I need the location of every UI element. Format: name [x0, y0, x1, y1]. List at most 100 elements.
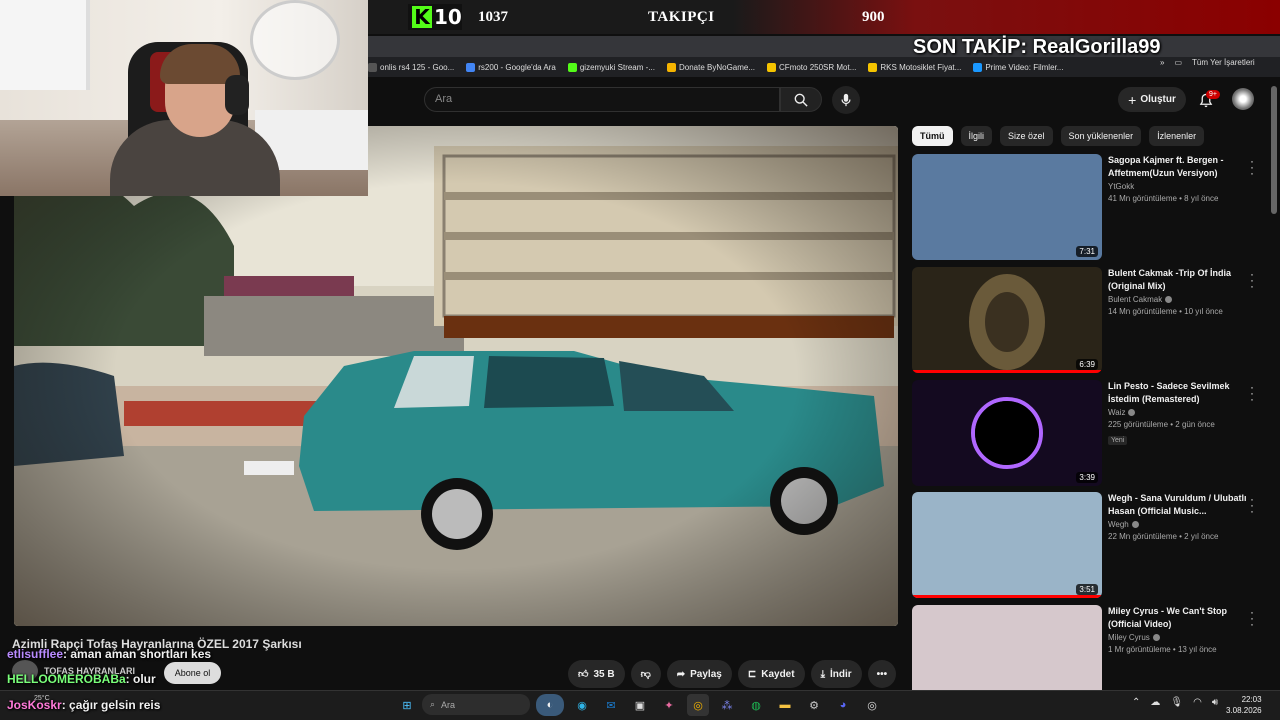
edge-icon[interactable]: ◉	[571, 694, 593, 716]
cloud-icon[interactable]: ☁	[1150, 697, 1160, 708]
chip-1[interactable]: İlgili	[960, 126, 993, 146]
recommendation-meta: 14 Mn görüntüleme • 10 yıl önce	[1108, 307, 1223, 316]
like-button[interactable]: 👍︎ 35 B	[568, 660, 625, 688]
bookmark-label: rs200 - Google'da Ara	[478, 62, 556, 72]
bookmark-item[interactable]: RKS Motosiklet Fiyat...	[868, 62, 962, 72]
windows-start-icon[interactable]: ⊞	[396, 694, 418, 716]
recommendation-info: Lin Pesto - Sadece Sevilmek İstedim (Rem…	[1102, 380, 1252, 486]
obs-icon[interactable]: ◎	[861, 694, 883, 716]
dislike-button[interactable]: 👎︎	[630, 660, 661, 688]
bookmark-icon: ⊏	[747, 668, 757, 680]
bookmark-item[interactable]: Prime Video: Filmler...	[973, 62, 1063, 72]
bookmark-favicon-icon	[666, 62, 676, 72]
download-button[interactable]: ⤓ İndir	[810, 660, 862, 688]
search-button[interactable]	[780, 87, 822, 112]
recommendation-channel[interactable]: Bulent Cakmak	[1108, 295, 1252, 304]
discord-icon[interactable]: ◕	[832, 694, 854, 716]
create-label: Oluştur	[1140, 94, 1176, 105]
speaker-icon[interactable]: 🔊︎	[1212, 697, 1218, 708]
bookmark-item[interactable]: gizemyuki Stream -...	[567, 62, 655, 72]
video-thumbnail[interactable]: 3:51	[912, 492, 1102, 598]
recommendation-meta: 22 Mn görüntüleme • 2 yıl önce	[1108, 532, 1219, 541]
watch-progress-bar	[912, 370, 1102, 373]
bookmark-item[interactable]: rs200 - Google'da Ara	[466, 62, 556, 72]
follower-goal: 900	[862, 9, 885, 25]
chat-username: HELLOOMEROBABa	[7, 672, 126, 686]
microphone-icon[interactable]: 🎙︎	[1170, 697, 1183, 708]
taskbar-clock[interactable]: 22:03 3.08.2026	[1226, 694, 1262, 716]
date-label: 3.08.2026	[1226, 706, 1262, 715]
recommendation-item[interactable]: 3:51 Wegh - Sana Vuruldum / Ulubatlı Hasa…	[912, 492, 1270, 598]
video-player[interactable]	[14, 126, 898, 626]
bookmark-label: CFmoto 250SR Mot...	[779, 62, 857, 72]
bookmark-item[interactable]: onlis rs4 125 - Goo...	[368, 62, 454, 72]
recommendation-title[interactable]: Lin Pesto - Sadece Sevilmek İstedim (Rem…	[1108, 380, 1252, 406]
chrome-icon[interactable]: ◎	[687, 694, 709, 716]
file-explorer-icon[interactable]: ▬	[774, 694, 796, 716]
chip-3[interactable]: Son yüklenenler	[1060, 126, 1142, 146]
more-vertical-icon[interactable]: · · ·	[1248, 268, 1256, 292]
video-thumbnail[interactable]: 6:39	[912, 267, 1102, 373]
chip-4[interactable]: İzlenenler	[1149, 126, 1205, 146]
voice-search-button[interactable]	[832, 86, 860, 114]
recommendation-title[interactable]: Sagopa Kajmer ft. Bergen - Affetmem(Uzun…	[1108, 154, 1252, 180]
recommendation-channel[interactable]: Wegh	[1108, 520, 1252, 529]
recommendation-channel[interactable]: Waiz	[1108, 408, 1252, 417]
taskbar-search[interactable]: ⌕ Ara	[422, 694, 530, 715]
subscribe-button[interactable]: Abone ol	[164, 662, 221, 684]
video-duration: 3:39	[1076, 472, 1098, 483]
more-vertical-icon[interactable]: · · ·	[1248, 493, 1256, 517]
outlook-icon[interactable]: ✉	[600, 694, 622, 716]
more-vertical-icon[interactable]: · · ·	[1248, 155, 1256, 179]
page-scrollbar[interactable]	[1271, 86, 1277, 214]
search-icon	[794, 93, 808, 107]
bookmark-item[interactable]: Donate ByNoGame...	[666, 62, 755, 72]
recommendation-item[interactable]: 7:31 Sagopa Kajmer ft. Bergen - Affetmem(…	[912, 154, 1270, 260]
more-vertical-icon[interactable]: · · ·	[1248, 606, 1256, 630]
teams-icon[interactable]: ⁂	[716, 694, 738, 716]
store-icon[interactable]: ▣	[629, 694, 651, 716]
video-thumbnail[interactable]: 7:31	[912, 154, 1102, 260]
wifi-icon[interactable]: ◠	[1193, 697, 1202, 708]
all-bookmarks-link[interactable]: Tüm Yer İşaretleri	[1192, 58, 1255, 67]
share-button[interactable]: ➦ Paylaş	[666, 660, 732, 688]
taskbar-apps: ⊞	[396, 694, 418, 716]
recommendation-info: Wegh - Sana Vuruldum / Ulubatlı Hasan (O…	[1102, 492, 1252, 598]
recommendation-item[interactable]: 6:39 Bulent Cakmak -Trip Of İndia (Origin…	[912, 267, 1270, 373]
chevron-double-right-icon[interactable]: »	[1160, 58, 1164, 67]
account-avatar[interactable]	[1232, 88, 1254, 110]
recommendation-channel[interactable]: Miley Cyrus	[1108, 633, 1252, 642]
bookmark-item[interactable]: CFmoto 250SR Mot...	[767, 62, 857, 72]
more-vertical-icon[interactable]: · · ·	[1248, 381, 1256, 405]
recommendation-title[interactable]: Miley Cyrus - We Can't Stop (Official Vi…	[1108, 605, 1252, 631]
notification-badge: 9+	[1206, 90, 1220, 99]
save-button[interactable]: ⊏ Kaydet	[737, 660, 805, 688]
chat-username: etlisufflee	[7, 647, 64, 661]
filter-chips: Tümü İlgili Size özel Son yüklenenler İzlene…	[912, 126, 1205, 146]
chip-2[interactable]: Size özel	[1000, 126, 1053, 146]
chat-text: : aman aman shortları kes	[63, 647, 212, 661]
bookmark-label: RKS Motosiklet Fiyat...	[880, 62, 962, 72]
headset-image	[225, 75, 249, 115]
video-thumbnail[interactable]: 3:39	[912, 380, 1102, 486]
chip-0[interactable]: Tümü	[912, 126, 953, 146]
follower-count: 1037	[478, 9, 508, 25]
copilot-icon[interactable]: ✦	[658, 694, 680, 716]
widgets-icon[interactable]: ◐	[536, 694, 564, 716]
spotify-icon[interactable]: ◍	[745, 694, 767, 716]
chevron-up-icon[interactable]: ⌃	[1132, 697, 1140, 708]
recommendation-channel[interactable]: YtGokk	[1108, 182, 1252, 191]
more-actions-button[interactable]: •••	[867, 660, 897, 688]
channel-name: Waiz	[1108, 408, 1126, 417]
recommendation-title[interactable]: Wegh - Sana Vuruldum / Ulubatlı Hasan (O…	[1108, 492, 1252, 518]
chat-username: JosKoskr	[7, 698, 62, 712]
bookmark-favicon-icon	[368, 62, 377, 72]
kick-logo-icon: K	[412, 6, 432, 28]
create-button[interactable]: + Oluştur	[1118, 87, 1186, 112]
settings-icon[interactable]: ⚙	[803, 694, 825, 716]
search-icon: ⌕	[430, 699, 436, 709]
search-input[interactable]: Ara	[424, 87, 780, 112]
verified-check-icon	[1128, 409, 1136, 416]
recommendation-title[interactable]: Bulent Cakmak -Trip Of İndia (Original M…	[1108, 267, 1252, 293]
recommendation-item[interactable]: 3:39 Lin Pesto - Sadece Sevilmek İstedim …	[912, 380, 1270, 486]
